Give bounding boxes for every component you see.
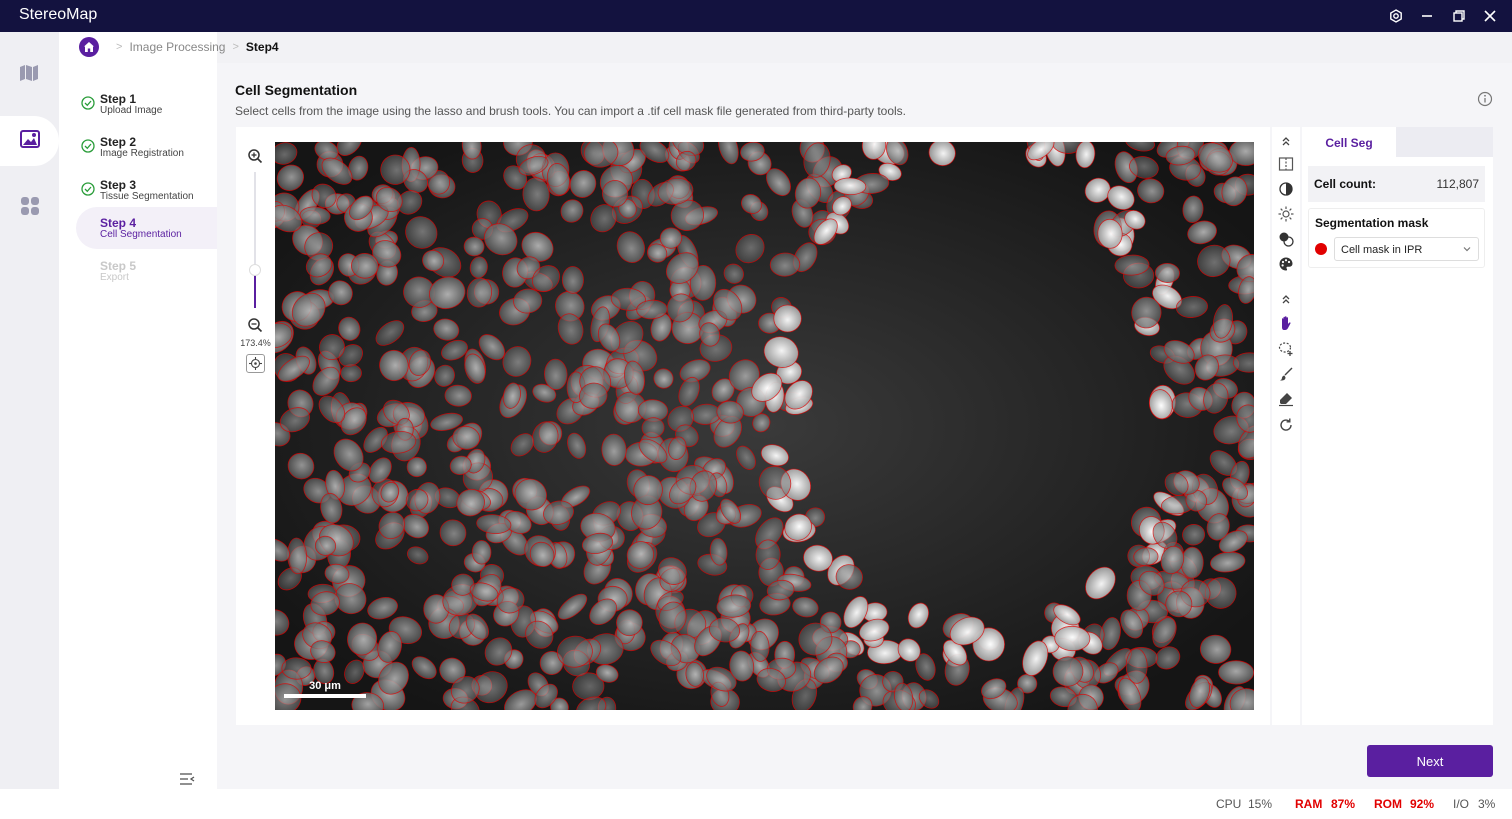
next-button[interactable]: Next [1367, 745, 1493, 777]
zoom-slider-handle[interactable] [249, 263, 261, 276]
check-circle-icon [81, 182, 95, 201]
close-icon[interactable] [1479, 5, 1501, 27]
collapse-sidebar-icon[interactable] [178, 770, 196, 788]
step-subtitle: Upload Image [100, 105, 163, 116]
tab-cell-seg[interactable]: Cell Seg [1302, 127, 1396, 158]
contrast-icon[interactable] [1276, 179, 1296, 199]
eraser-icon[interactable] [1276, 389, 1296, 409]
step-4-item[interactable]: Step 4 Cell Segmentation [76, 207, 217, 249]
map-icon [19, 64, 41, 87]
brightness-icon[interactable] [1276, 204, 1296, 224]
breadcrumb-image-processing[interactable]: Image Processing [129, 40, 225, 54]
step-subtitle: Export [100, 272, 129, 283]
settings-icon[interactable] [1385, 5, 1407, 27]
title-bar: StereoMap [0, 0, 1512, 32]
step-subtitle: Cell Segmentation [100, 229, 182, 240]
mask-color-swatch[interactable] [1315, 243, 1327, 255]
cell-count-row: Cell count: 112,807 [1308, 166, 1485, 202]
cpu-label: CPU [1216, 797, 1242, 811]
step-subtitle: Image Registration [100, 148, 184, 159]
breadcrumb-current: Step4 [245, 40, 279, 54]
scale-bar-label: 30 μm [309, 680, 341, 692]
cell-nucleus [561, 266, 584, 294]
split-view-icon[interactable] [1276, 154, 1296, 174]
mask-select-value: Cell mask in IPR [1341, 244, 1423, 256]
cell-nucleus [1180, 546, 1204, 579]
io-label: I/O [1453, 797, 1470, 811]
collapse-up-icon[interactable] [1276, 131, 1296, 151]
scale-bar: 30 μm [284, 680, 366, 698]
cell-nucleus [1218, 660, 1254, 685]
breadcrumb: > Image Processing > Step4 [79, 36, 279, 58]
step-5-item: Step 5 Export [76, 255, 217, 297]
breadcrumb-separator: > [232, 41, 239, 53]
cell-nucleus [1154, 262, 1180, 284]
restore-icon[interactable] [1448, 5, 1470, 27]
cell-nucleus [340, 364, 362, 383]
rail-image-item[interactable] [0, 116, 59, 166]
step-title: Step 4 [100, 216, 137, 230]
scale-bar-line [284, 694, 366, 698]
apps-grid-icon [20, 196, 40, 221]
cell-nucleus [471, 540, 492, 565]
ram-label: RAM [1295, 797, 1323, 811]
check-circle-icon [81, 96, 95, 115]
microscopy-image[interactable] [275, 142, 1254, 710]
cell-count-label: Cell count: [1314, 177, 1376, 191]
rail-apps-item[interactable] [0, 183, 59, 233]
step-title: Step 3 [100, 178, 137, 192]
segmentation-mask-title: Segmentation mask [1315, 216, 1429, 230]
nav-rail [0, 32, 59, 819]
step-title: Step 1 [100, 92, 137, 106]
cpu-value: 15% [1248, 797, 1273, 811]
mask-select-dropdown[interactable]: Cell mask in IPR [1334, 237, 1479, 261]
collapse-up-icon[interactable] [1276, 289, 1296, 309]
zoom-out-icon[interactable] [247, 317, 263, 333]
brush-icon[interactable] [1276, 364, 1296, 384]
step-title: Step 5 [100, 259, 137, 273]
zoom-in-icon[interactable] [247, 148, 263, 164]
step-3-item[interactable]: Step 3 Tissue Segmentation [76, 170, 217, 212]
rom-value: 92% [1410, 797, 1435, 811]
cell-nucleus [773, 304, 802, 333]
page-title: Cell Segmentation [235, 82, 358, 98]
channels-icon[interactable] [1276, 229, 1296, 249]
rail-map-item[interactable] [0, 50, 59, 100]
status-bar: CPU 15% RAM 87% ROM 92% I/O 3% [0, 789, 1512, 819]
ram-value: 87% [1331, 797, 1356, 811]
home-icon[interactable] [79, 37, 99, 57]
io-value: 3% [1478, 797, 1496, 811]
check-circle-icon [81, 139, 95, 158]
breadcrumb-separator: > [116, 41, 123, 53]
reset-icon[interactable] [1276, 415, 1296, 435]
app-title: StereoMap [19, 6, 98, 23]
fit-to-view-icon[interactable] [246, 354, 265, 373]
cell-nucleus [1125, 648, 1148, 684]
step-2-item[interactable]: Step 2 Image Registration [76, 127, 217, 169]
zoom-level-label: 173.4% [240, 338, 271, 348]
step-1-item[interactable]: Step 1 Upload Image [76, 84, 217, 126]
rom-label: ROM [1374, 797, 1402, 811]
pan-hand-icon[interactable] [1276, 313, 1296, 333]
lasso-add-icon[interactable] [1276, 339, 1296, 359]
cell-count-value: 112,807 [1436, 177, 1480, 191]
minimize-icon[interactable] [1416, 5, 1438, 27]
page-description: Select cells from the image using the la… [235, 104, 906, 118]
image-processing-icon [19, 129, 40, 154]
chevron-down-icon [1462, 244, 1472, 257]
step-subtitle: Tissue Segmentation [100, 191, 194, 202]
help-icon[interactable] [1477, 91, 1493, 107]
cell-segmentation-overlay [275, 142, 1254, 710]
step-title: Step 2 [100, 135, 137, 149]
palette-icon[interactable] [1276, 254, 1296, 274]
